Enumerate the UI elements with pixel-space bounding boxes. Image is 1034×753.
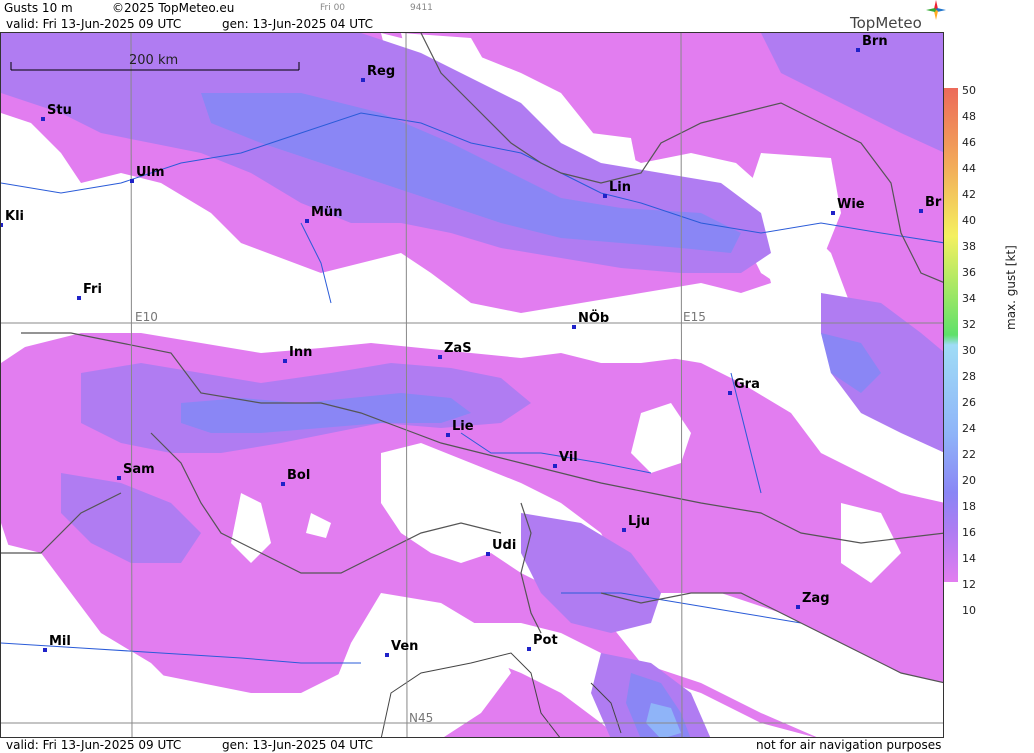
legend-tick: 12 — [962, 578, 976, 591]
city-marker[interactable] — [603, 194, 607, 198]
legend-tick: 32 — [962, 318, 976, 331]
legend-tick: 28 — [962, 370, 976, 383]
logo-text: TopMeteo — [850, 14, 922, 32]
city-marker[interactable] — [305, 219, 309, 223]
city-label: NÖb — [578, 311, 610, 326]
city-marker[interactable] — [43, 648, 47, 652]
compass-icon — [926, 0, 946, 20]
topmeteo-logo: TopMeteo — [850, 0, 946, 32]
city-marker[interactable] — [919, 209, 923, 213]
city-label: Mün — [311, 205, 343, 220]
legend-unit: max. gust [kt] — [1004, 245, 1018, 330]
copyright: ©2025 TopMeteo.eu — [112, 1, 235, 15]
legend-tick: 14 — [962, 552, 976, 565]
city-marker[interactable] — [385, 653, 389, 657]
city-label: Stu — [47, 103, 72, 118]
city-marker[interactable] — [572, 325, 576, 329]
city-label: Wie — [837, 197, 865, 212]
grid-label-e15: E15 — [683, 310, 706, 324]
footer-note: not for air navigation purposes — [756, 738, 942, 752]
city-marker[interactable] — [283, 359, 287, 363]
legend-tick: 40 — [962, 214, 976, 227]
city-label: Ulm — [136, 165, 165, 180]
gust-color-legend — [944, 88, 958, 582]
legend-tick: 10 — [962, 604, 976, 617]
city-marker[interactable] — [553, 464, 557, 468]
legend-tick: 18 — [962, 500, 976, 513]
city-marker[interactable] — [361, 78, 365, 82]
gust-map[interactable]: 200 km E10 E15 N45 Brn Reg Stu Ulm Kli Mün Lin… — [0, 32, 944, 738]
city-marker[interactable] — [856, 48, 860, 52]
legend-tick: 48 — [962, 110, 976, 123]
city-marker[interactable] — [41, 117, 45, 121]
legend-tick: 24 — [962, 422, 976, 435]
city-marker[interactable] — [486, 552, 490, 556]
city-marker[interactable] — [446, 433, 450, 437]
city-label: ZaS — [444, 341, 472, 356]
legend-tick: 38 — [962, 240, 976, 253]
legend-tick: 50 — [962, 84, 976, 97]
city-marker[interactable] — [438, 355, 442, 359]
city-marker[interactable] — [1, 223, 3, 227]
city-marker[interactable] — [527, 647, 531, 651]
legend-tick: 26 — [962, 396, 976, 409]
footer-gen-time: gen: 13-Jun-2025 04 UTC — [222, 738, 374, 752]
city-marker[interactable] — [728, 391, 732, 395]
city-marker[interactable] — [130, 179, 134, 183]
city-marker[interactable] — [796, 605, 800, 609]
city-marker[interactable] — [77, 296, 81, 300]
legend-tick: 20 — [962, 474, 976, 487]
city-label: Brn — [862, 34, 888, 49]
city-label: Gra — [734, 377, 760, 392]
code-label: 9411 — [410, 3, 433, 13]
gen-time: gen: 13-Jun-2025 04 UTC — [222, 17, 374, 31]
city-label: Lju — [628, 514, 650, 529]
city-label: Vil — [559, 450, 578, 465]
city-label: Bol — [287, 468, 311, 483]
city-label: Lin — [609, 180, 631, 195]
grid-label-e10: E10 — [135, 310, 158, 324]
valid-time: valid: Fri 13-Jun-2025 09 UTC — [6, 17, 182, 31]
city-label: Inn — [289, 345, 313, 360]
legend-tick: 42 — [962, 188, 976, 201]
city-label: Br — [925, 195, 942, 210]
city-label: Ven — [391, 639, 419, 654]
grid-label-n45: N45 — [409, 711, 434, 725]
footer-valid-time: valid: Fri 13-Jun-2025 09 UTC — [6, 738, 182, 752]
run-label: Fri 00 — [320, 3, 346, 13]
legend-tick: 46 — [962, 136, 976, 149]
city-marker[interactable] — [622, 528, 626, 532]
map-canvas — [1, 33, 943, 737]
city-label: Mil — [49, 634, 71, 649]
city-label: Lie — [452, 419, 474, 434]
city-marker[interactable] — [281, 482, 285, 486]
city-label: Kli — [5, 209, 24, 224]
legend-tick: 16 — [962, 526, 976, 539]
legend-tick: 36 — [962, 266, 976, 279]
footer-bar: valid: Fri 13-Jun-2025 09 UTC gen: 13-Ju… — [0, 738, 944, 753]
legend-tick: 30 — [962, 344, 976, 357]
city-marker[interactable] — [117, 476, 121, 480]
city-label: Fri — [83, 282, 102, 297]
city-label: Pot — [533, 633, 558, 648]
city-label: Udi — [492, 538, 517, 553]
legend-tick: 44 — [962, 162, 976, 175]
city-label: Sam — [123, 462, 155, 477]
city-marker[interactable] — [831, 211, 835, 215]
legend-tick: 22 — [962, 448, 976, 461]
city-label: Zag — [802, 591, 830, 606]
product-title: Gusts 10 m — [4, 1, 73, 15]
legend-tick: 34 — [962, 292, 976, 305]
city-label: Reg — [367, 64, 396, 79]
scale-label: 200 km — [129, 53, 179, 68]
header-bar: Gusts 10 m ©2025 TopMeteo.eu Fri 00 9411… — [0, 0, 944, 32]
